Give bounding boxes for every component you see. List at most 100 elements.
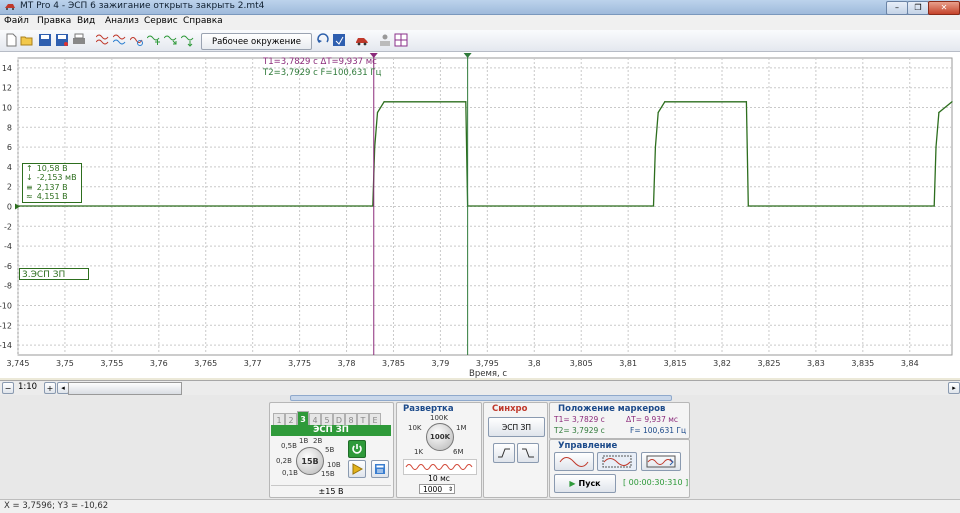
x-tick-label: 3,79 xyxy=(432,359,450,368)
volt-knob-area: 0,5В 1В 2В 5В 10В 15В 0,2В 0,1В 15В xyxy=(273,437,351,483)
control-panel: Управление ▶ Пуск [ 00:00:30:310 ] xyxy=(549,439,690,498)
time-scroll-bar[interactable]: − 1:10 + ◂ ▸ xyxy=(0,380,960,396)
stat-row-min: ↓ -2,153 мВ xyxy=(26,173,77,183)
print-icon[interactable] xyxy=(72,33,86,47)
user-icon[interactable] xyxy=(378,33,392,47)
markers-title: Положение маркеров xyxy=(558,404,666,414)
sync-panel: Синхро ЭСП ЗП xyxy=(483,402,548,498)
x-tick-label: 3,8 xyxy=(528,359,541,368)
x-tick-label: 3,835 xyxy=(851,359,874,368)
mode-normal-button[interactable] xyxy=(597,452,637,471)
signals-add-icon[interactable] xyxy=(147,33,161,47)
x-tick-label: 3,805 xyxy=(570,359,593,368)
stat-row-max: ↑ 10,58 В xyxy=(26,164,68,173)
menu-view[interactable]: Вид xyxy=(77,16,95,26)
menu-edit[interactable]: Правка xyxy=(37,16,71,26)
x-tick-label: 3,81 xyxy=(619,359,637,368)
save-view-icon[interactable] xyxy=(332,33,346,47)
chevron-right-icon: ▸ xyxy=(952,384,956,392)
x-tick-label: 3,78 xyxy=(338,359,356,368)
menu-analysis[interactable]: Анализ xyxy=(105,16,139,26)
series-point xyxy=(372,205,374,207)
scroll-thumb[interactable] xyxy=(68,382,182,395)
mode-single-button[interactable] xyxy=(554,452,594,471)
x-tick-label: 3,795 xyxy=(476,359,499,368)
x-tick-label: 3,76 xyxy=(150,359,168,368)
workspace-dropdown[interactable]: Рабочее окружение xyxy=(201,33,312,50)
start-button[interactable]: ▶ Пуск xyxy=(554,474,616,493)
save-as-icon[interactable] xyxy=(55,33,69,47)
car-icon[interactable] xyxy=(355,33,369,47)
open-folder-icon[interactable] xyxy=(20,33,34,47)
save-icon[interactable] xyxy=(38,33,52,47)
x-tick-label: 3,83 xyxy=(807,359,825,368)
t2-readout: T2=3,7929 с xyxy=(263,68,318,78)
signals-sort-icon[interactable] xyxy=(181,33,195,47)
channel-calc-button[interactable] xyxy=(371,460,389,478)
zoom-out-icon: − xyxy=(4,383,12,393)
series-point xyxy=(745,101,748,103)
x-axis-label: Время, с xyxy=(469,369,508,379)
volt-label: 2В xyxy=(313,437,323,445)
volt-label: 10В xyxy=(327,461,341,469)
x-tick-label: 3,84 xyxy=(901,359,919,368)
undo-icon[interactable] xyxy=(316,33,330,47)
maximize-button[interactable]: ❐ xyxy=(907,1,929,15)
volt-knob[interactable]: 15В xyxy=(296,447,324,475)
y-tick-label: -10 xyxy=(0,302,12,311)
sweep-knob[interactable]: 100K xyxy=(426,423,454,451)
signals-icon[interactable] xyxy=(96,33,110,47)
grid-icon[interactable] xyxy=(394,33,408,47)
channel-label[interactable]: 3.ЭСП ЗП xyxy=(19,268,89,280)
sample-count-input[interactable]: 1000 ⇕ xyxy=(419,484,455,494)
menu-help[interactable]: Справка xyxy=(183,16,223,26)
marker-readout: T1=3,7829 с ΔT=9,937 мс T2=3,7929 с F=10… xyxy=(263,57,381,79)
sweep-label: 1K xyxy=(414,448,424,456)
zoom-out-button[interactable]: − xyxy=(2,382,14,394)
signal-meas-icon[interactable] xyxy=(130,33,144,47)
y-tick-label: 10 xyxy=(2,104,12,113)
series-point xyxy=(654,146,656,148)
series-point xyxy=(933,205,935,207)
stat-row-avg: ≡ 2,137 В xyxy=(26,182,68,192)
menu-file[interactable]: Файл xyxy=(4,16,29,26)
zoom-in-button[interactable]: + xyxy=(44,382,56,394)
new-file-icon[interactable] xyxy=(4,33,18,47)
sweep-label: 1M xyxy=(456,424,467,432)
spin-icon: ⇕ xyxy=(447,486,453,493)
waveform-chart[interactable]: 14 12 10 8 6 4 2 0 -2 -4 -6 -8 -10 -12 -14 3,745 3,75 3,7… xyxy=(0,52,960,378)
sync-falling-button[interactable] xyxy=(517,443,539,463)
y-tick-label: -6 xyxy=(4,262,12,271)
min-arrow-icon: ↓ xyxy=(26,173,33,183)
close-button[interactable]: ✕ xyxy=(928,1,960,15)
mode-roll-button[interactable] xyxy=(641,452,681,471)
sync-source-dropdown[interactable]: ЭСП ЗП xyxy=(488,417,545,437)
status-bar: X = 3,7596; Y3 = -10,62 xyxy=(0,499,960,513)
sweep-knob-area: 100K 10K 1M 1K 6M 100K xyxy=(401,414,477,459)
y-tick-label: 12 xyxy=(2,84,12,93)
t1-readout: T1=3,7829 с xyxy=(263,57,318,67)
menu-bar: Файл Правка Вид Анализ Сервис Справка xyxy=(0,15,960,30)
workspace-label: Рабочее окружение xyxy=(212,36,301,47)
range-dropdown[interactable]: ±15 В xyxy=(271,485,391,497)
oscilloscope-plot[interactable]: 14 12 10 8 6 4 2 0 -2 -4 -6 -8 -10 -12 -14 3,745 3,75 3,7… xyxy=(0,52,960,378)
signals-export-icon[interactable] xyxy=(164,33,178,47)
series-point xyxy=(376,111,379,114)
stat-row-rms: ≈4,151 В xyxy=(26,191,68,201)
channel-power-button[interactable] xyxy=(348,440,366,458)
minimize-button[interactable]: – xyxy=(886,1,908,15)
panel-splitter[interactable] xyxy=(290,395,672,401)
series-point xyxy=(951,101,953,103)
signals-cross-icon[interactable] xyxy=(113,33,127,47)
control-area: 1 2 3 4 5 D 8 T E ЭСП ЗП 0,5В 1В 2В 5В 1… xyxy=(0,395,960,499)
marker-t1: T1= 3,7829 с xyxy=(554,415,605,424)
y-tick-label: 2 xyxy=(7,183,12,192)
volt-label: 15В xyxy=(321,470,335,478)
zoom-level: 1:10 xyxy=(18,382,38,392)
menu-service[interactable]: Сервис xyxy=(144,16,178,26)
sweep-wave-icon xyxy=(405,464,473,470)
window-title: MT Pro 4 - ЭСП 6 зажигание открыть закры… xyxy=(20,1,265,11)
scroll-right-button[interactable]: ▸ xyxy=(948,382,960,394)
sync-rising-button[interactable] xyxy=(493,443,515,463)
channel-play-button[interactable] xyxy=(348,460,366,478)
